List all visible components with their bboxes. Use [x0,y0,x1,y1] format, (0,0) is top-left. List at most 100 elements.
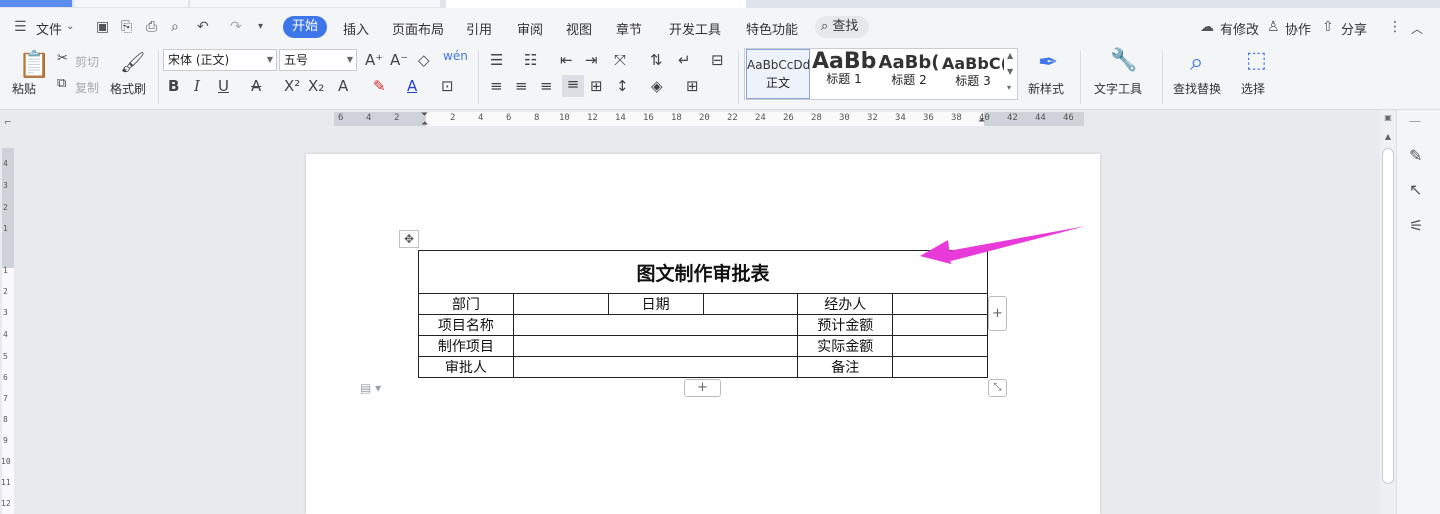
tab-insert[interactable]: 插入 [343,19,369,38]
tab-sections[interactable]: 章节 [616,19,642,38]
more-icon[interactable]: ⋮ [1388,19,1402,35]
numbered-list-icon[interactable]: ☷ [524,51,537,69]
table-cell[interactable] [512,293,609,315]
select-cursor-icon[interactable]: ⬚ [1246,48,1267,73]
bold-icon[interactable]: B [168,77,179,95]
paste-button[interactable]: 粘贴 [12,80,36,97]
paste-icon[interactable]: 📋 [18,50,50,80]
strikethrough-icon[interactable]: A [251,77,261,95]
font-color-icon[interactable]: A [407,77,417,95]
decrease-indent-icon[interactable]: ⇤ [560,51,573,69]
grow-font-icon[interactable]: A⁺ [365,51,383,69]
output-icon[interactable]: ⎘ [121,19,132,35]
char-border-icon[interactable]: ⊡ [441,77,454,95]
new-style-icon[interactable]: ✒ [1038,48,1058,76]
copy-icon[interactable]: ⧉ [57,76,66,91]
scroll-top-icon[interactable]: ▣ [1383,113,1393,123]
shading-icon[interactable]: ◈ [651,77,663,95]
table-cell[interactable] [512,314,799,336]
line-spacing-icon[interactable]: ↕ [616,77,629,95]
table-move-handle[interactable]: ✥ [399,230,419,248]
text-tools-button[interactable]: 文字工具 [1094,80,1142,97]
tab-stop-icon[interactable]: ⌐ [4,118,12,128]
style-heading-2[interactable]: AaBb( 标题 2 [878,49,940,99]
align-left-icon[interactable]: ≡ [490,77,503,95]
table-cell[interactable]: 实际金额 [797,335,894,357]
cut-icon[interactable]: ✂ [57,51,68,66]
text-effect-icon[interactable]: A [338,77,348,95]
document-tab[interactable] [190,0,440,7]
print-icon[interactable]: ⎙ [146,19,157,35]
collapse-ribbon-icon[interactable]: ︿ [1411,20,1423,37]
borders-icon[interactable]: ⊞ [686,77,699,95]
sort-icon[interactable]: ⇅ [650,51,663,69]
table-cell[interactable] [892,293,988,315]
changes-status[interactable]: 有修改 [1220,19,1259,38]
phonetic-guide-icon[interactable]: wén [443,49,468,63]
save-icon[interactable]: ▣ [96,19,109,35]
italic-icon[interactable]: I [194,77,200,95]
vertical-ruler[interactable]: 4 3 2 1 1 2 3 4 5 6 7 8 9 10 11 12 [0,128,16,514]
settings-sliders-icon[interactable]: ⚟ [1409,216,1423,235]
collaborate-button[interactable]: 协作 [1285,19,1311,38]
format-painter-icon[interactable]: 🖌 [120,50,145,74]
table-cell[interactable] [892,335,988,357]
format-painter-button[interactable]: 格式刷 [110,80,146,97]
expand-gallery-icon[interactable]: ▾ [1007,83,1011,92]
justify-icon[interactable]: ≡ [562,75,584,97]
bullet-list-icon[interactable]: ☰ [490,51,503,69]
table-cell[interactable]: 预计金额 [797,314,894,336]
style-normal[interactable]: AaBbCcDd 正文 [746,49,810,99]
tab-page-layout[interactable]: 页面布局 [392,19,444,38]
table-cell[interactable]: 项目名称 [418,314,514,336]
find-replace-button[interactable]: 查找替换 [1173,80,1221,97]
align-center-icon[interactable]: ≡ [515,77,528,95]
shrink-font-icon[interactable]: A⁻ [390,51,408,69]
increase-indent-icon[interactable]: ⇥ [585,51,598,69]
distribute-icon[interactable]: ⊞ [590,77,603,95]
right-indent-handle[interactable]: ⏶ [978,116,985,126]
table-cell[interactable] [512,356,799,378]
clear-format-icon[interactable]: ◇ [418,51,430,69]
document-tab[interactable] [74,0,188,7]
copy-button[interactable]: 复制 [75,79,99,96]
tab-developer[interactable]: 开发工具 [669,19,721,38]
undo-icon[interactable]: ↶ [197,19,209,35]
table-cell[interactable]: 制作项目 [418,335,514,357]
cut-button[interactable]: 剪切 [75,53,99,70]
approval-table[interactable]: 图文制作审批表 部门 日期 经办人 项目名称 预计金额 制作项目 实际金额 审批… [418,250,988,378]
show-marks-icon[interactable]: ⊟ [711,51,724,69]
scroll-up-icon[interactable]: ▲ [1007,51,1013,60]
add-row-button[interactable]: + [684,379,721,397]
home-tab[interactable] [0,0,72,7]
table-cell[interactable]: 经办人 [797,293,894,315]
tab-view[interactable]: 视图 [566,19,592,38]
tab-review[interactable]: 审阅 [517,19,543,38]
style-heading-3[interactable]: AaBbC( 标题 3 [942,49,1004,99]
chevron-down-icon[interactable]: ⌄ [66,21,74,32]
font-name-select[interactable]: 宋体 (正文) ▼ [163,49,277,71]
table-cell[interactable]: 日期 [607,293,704,315]
highlight-icon[interactable]: ✎ [373,77,386,95]
tab-references[interactable]: 引用 [466,19,492,38]
tab-home[interactable]: 开始 [283,16,327,38]
add-column-button[interactable]: + [988,296,1007,331]
search-box[interactable]: ⌕ 查找 [815,16,869,38]
chinese-layout-icon[interactable]: ⤧ [614,51,626,69]
table-cell[interactable] [892,356,988,378]
table-cell[interactable] [512,335,799,357]
vertical-scrollbar[interactable]: ▣ ▲ [1380,110,1396,514]
file-menu[interactable]: 文件 [36,19,62,38]
align-right-icon[interactable]: ≡ [540,77,553,95]
line-break-icon[interactable]: ↵ [678,51,691,69]
scroll-up-icon[interactable]: ▲ [1383,132,1393,142]
customize-icon[interactable]: ▾ [258,21,263,32]
active-document-tab[interactable] [446,0,746,8]
wrench-icon[interactable]: 🔧 [1110,48,1137,73]
table-cell[interactable]: 备注 [797,356,894,378]
search-icon[interactable]: ⌕ [1190,48,1203,76]
scrollbar-thumb[interactable] [1382,148,1394,484]
pointer-icon[interactable]: ↖ [1409,180,1422,199]
superscript-icon[interactable]: X² [284,77,300,95]
paragraph-layout-icon[interactable]: ▤ ▾ [360,381,381,395]
